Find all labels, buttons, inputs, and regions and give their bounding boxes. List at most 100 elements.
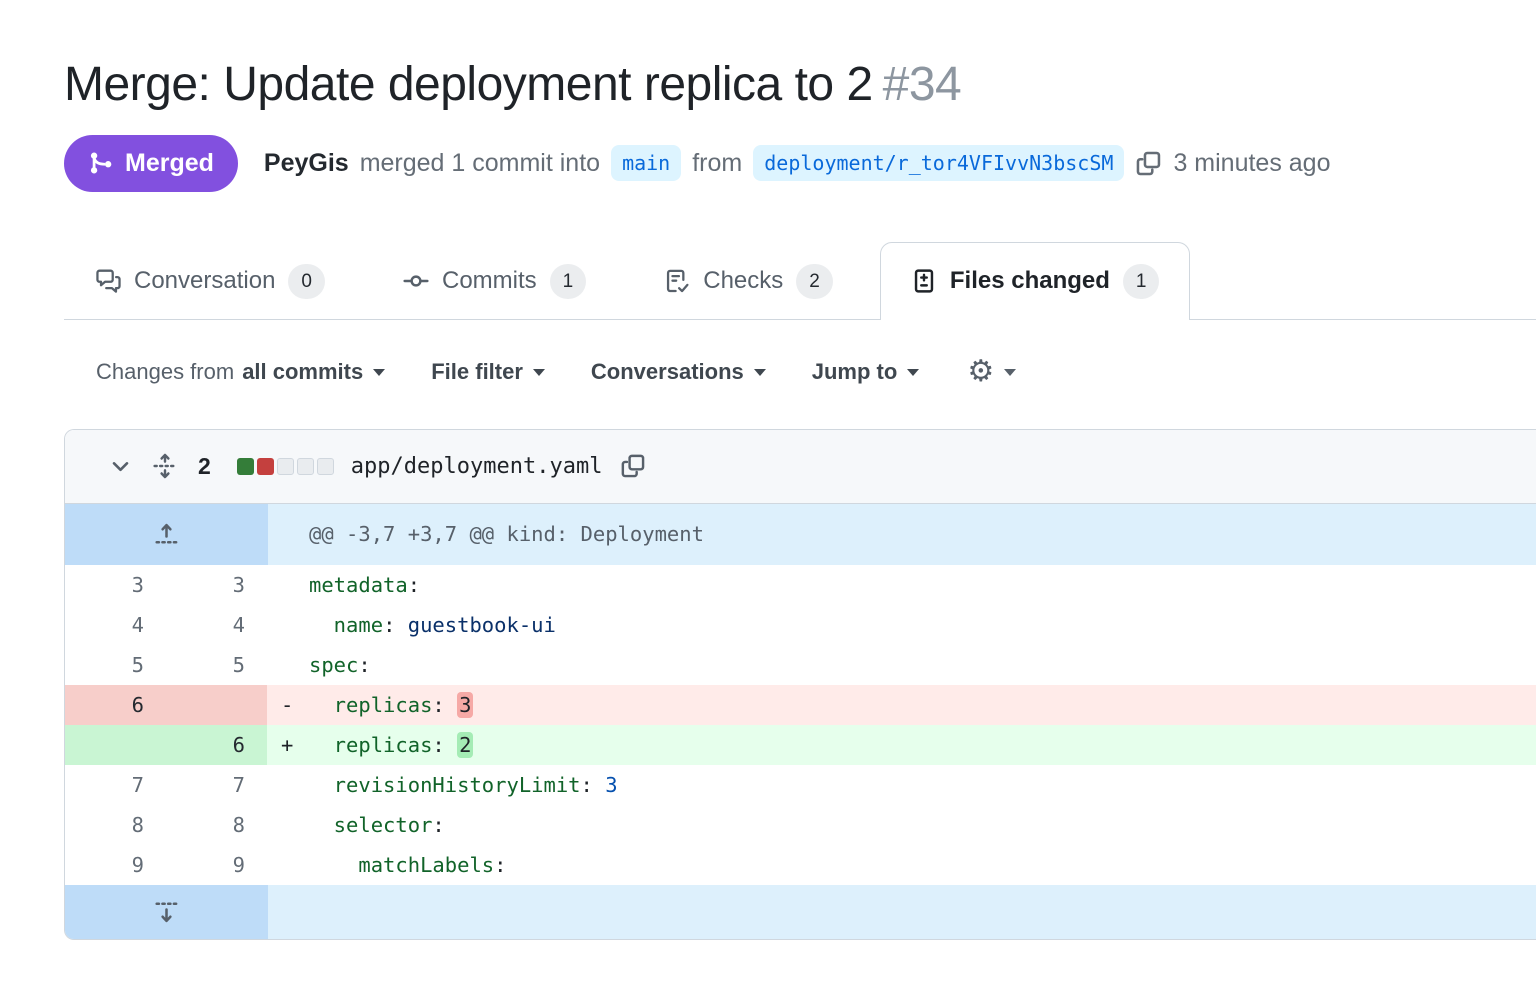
tab-commits[interactable]: Commits 1 (372, 242, 617, 320)
new-line-number[interactable] (166, 685, 267, 725)
diffstat-squares (237, 458, 337, 475)
tab-conversation[interactable]: Conversation 0 (64, 242, 356, 320)
expand-down-button[interactable] (65, 885, 268, 939)
tab-files-changed[interactable]: Files changed 1 (880, 242, 1191, 320)
code-token: guestbook-ui (408, 613, 556, 637)
code-token: : (432, 733, 457, 757)
expand-row-filler (268, 885, 1536, 939)
new-line-number[interactable]: 5 (166, 645, 267, 685)
diff-lines: 33metadata:44 name: guestbook-ui55spec:6… (65, 565, 1536, 885)
code-token: metadata (309, 573, 408, 597)
merge-action-text: merged 1 commit into (360, 149, 600, 178)
tab-label: Commits (442, 267, 537, 295)
collapse-file-button[interactable] (109, 455, 132, 478)
file-filter-dropdown[interactable]: File filter (431, 359, 545, 385)
chevron-down-icon (533, 369, 545, 376)
diffstat-square-neutral (317, 458, 334, 475)
new-line-number[interactable]: 4 (166, 605, 267, 645)
code-token: 3 (605, 773, 617, 797)
code-token: matchLabels (309, 853, 494, 877)
old-line-number[interactable]: 8 (65, 805, 166, 845)
comment-discussion-icon (95, 268, 121, 294)
tab-checks[interactable]: Checks 2 (633, 242, 864, 320)
diff-toolbar: Changes from all commits File filter Con… (96, 356, 1536, 388)
old-line-number[interactable]: 7 (65, 765, 166, 805)
hunk-header-row: @@ -3,7 +3,7 @@ kind: Deployment (65, 504, 1536, 565)
tab-label: Checks (703, 267, 783, 295)
old-line-number[interactable]: 3 (65, 565, 166, 605)
old-line-number[interactable]: 6 (65, 685, 166, 725)
chevron-down-icon (1004, 369, 1016, 376)
git-commit-icon (403, 268, 429, 294)
diff-settings-button[interactable]: ⚙ (961, 356, 1022, 388)
conversations-dropdown[interactable]: Conversations (591, 359, 766, 385)
code-content: name: guestbook-ui (267, 605, 1536, 645)
file-header: 2 app/deployment.yaml (65, 430, 1536, 504)
file-changes-count: 2 (198, 453, 211, 480)
code-token: selector (309, 813, 432, 837)
changes-from-label: Changes from (96, 359, 234, 385)
changes-from-dropdown[interactable]: Changes from all commits (96, 359, 385, 385)
old-line-number[interactable]: 5 (65, 645, 166, 685)
diff-line-context: 55spec: (65, 645, 1536, 685)
tab-count: 0 (288, 264, 325, 299)
file-path-link[interactable]: app/deployment.yaml (351, 454, 603, 479)
checklist-icon (664, 268, 690, 294)
changes-from-value: all commits (242, 359, 363, 385)
tab-label: Files changed (950, 267, 1110, 295)
new-line-number[interactable]: 8 (166, 805, 267, 845)
timestamp: 3 minutes ago (1173, 149, 1330, 178)
code-token: 3 (457, 692, 473, 718)
expand-up-button[interactable] (65, 504, 268, 565)
pr-meta-description: PeyGis merged 1 commit into main from de… (264, 145, 1342, 181)
diff-line-del: 6 - replicas: 3 (65, 685, 1536, 725)
new-line-number[interactable]: 3 (166, 565, 267, 605)
head-branch-label[interactable]: deployment/r_tor4VFIvvN3bscSM (753, 145, 1124, 181)
diffstat-square-added (237, 458, 254, 475)
code-token: : (581, 773, 606, 797)
git-merge-icon (88, 150, 114, 176)
expand-up-icon (153, 521, 180, 548)
old-line-number[interactable]: 9 (65, 845, 166, 885)
diffstat-square-neutral (277, 458, 294, 475)
status-label: Merged (125, 149, 214, 178)
pr-header: Merge: Update deployment replica to 2#34… (0, 0, 1536, 192)
copy-branch-button[interactable] (1135, 150, 1162, 177)
old-line-number[interactable] (65, 725, 166, 765)
code-token: replicas (309, 733, 432, 757)
chevron-down-icon (907, 369, 919, 376)
new-line-number[interactable]: 9 (166, 845, 267, 885)
new-line-number[interactable]: 6 (166, 725, 267, 765)
author-link[interactable]: PeyGis (264, 149, 349, 178)
jump-to-dropdown[interactable]: Jump to (812, 359, 920, 385)
expand-down-row (65, 885, 1536, 939)
code-content: matchLabels: (267, 845, 1536, 885)
chevron-down-icon (754, 369, 766, 376)
expand-down-icon (153, 898, 180, 925)
diff-line-add: 6+ replicas: 2 (65, 725, 1536, 765)
code-token: : (408, 573, 420, 597)
tab-count: 1 (1123, 264, 1160, 299)
new-line-number[interactable]: 7 (166, 765, 267, 805)
code-token: : (383, 613, 408, 637)
chevron-down-icon (109, 455, 132, 478)
pr-number: #34 (883, 58, 962, 111)
base-branch-label[interactable]: main (611, 145, 681, 181)
gear-icon: ⚙ (967, 357, 994, 387)
file-diff-icon (911, 268, 937, 294)
chevron-down-icon (373, 369, 385, 376)
diff-table: @@ -3,7 +3,7 @@ kind: Deployment 33metad… (65, 504, 1536, 939)
code-token: spec (309, 653, 358, 677)
diff-line-context: 99 matchLabels: (65, 845, 1536, 885)
copy-file-path-button[interactable] (620, 453, 646, 479)
code-content: - replicas: 3 (267, 685, 1536, 725)
expand-all-button[interactable] (152, 453, 178, 479)
code-content: + replicas: 2 (267, 725, 1536, 765)
old-line-number[interactable]: 4 (65, 605, 166, 645)
pr-tab-nav: Conversation 0 Commits 1 Checks 2 Files … (64, 242, 1536, 320)
copy-icon (620, 453, 646, 479)
tab-count: 2 (796, 264, 833, 299)
pr-title-text: Merge: Update deployment replica to 2 (64, 58, 873, 111)
from-text: from (692, 149, 742, 178)
code-token: : (494, 853, 506, 877)
